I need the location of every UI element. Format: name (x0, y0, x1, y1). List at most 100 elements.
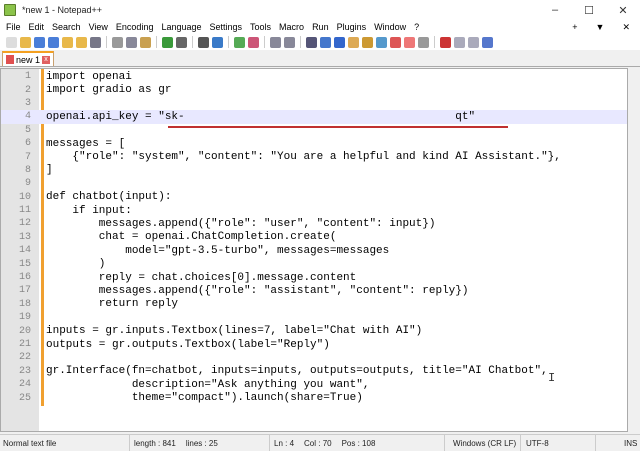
menu-macro[interactable]: Macro (275, 22, 308, 32)
save-macro-icon[interactable] (482, 36, 493, 48)
vertical-scrollbar[interactable] (628, 68, 640, 432)
find-icon[interactable] (198, 36, 209, 48)
indent-guide-icon[interactable] (334, 36, 345, 48)
menu-bar: File Edit Search View Encoding Language Settin… (0, 20, 640, 34)
line-number: 20 (18, 325, 31, 337)
sync-h-icon[interactable] (284, 36, 295, 48)
code-text: ) (46, 258, 106, 271)
code-line[interactable]: 25 theme="compact").launch(share=True) (1, 391, 627, 404)
minimize-button[interactable]: – (538, 4, 572, 17)
menu-view[interactable]: View (85, 22, 112, 32)
save-icon[interactable] (34, 36, 45, 48)
open-icon[interactable] (20, 36, 31, 48)
code-line[interactable]: 11 if input: (1, 204, 627, 217)
code-text: messages.append({"role": "user", "conten… (46, 217, 436, 230)
paste-icon[interactable] (140, 36, 151, 48)
code-text: theme="compact").launch(share=True) (46, 392, 363, 405)
code-text: return reply (46, 298, 179, 311)
code-line[interactable]: 1 import openai (1, 70, 627, 83)
toolbar-separator (156, 36, 157, 48)
play-icon[interactable] (454, 36, 465, 48)
code-line[interactable]: 8] (1, 164, 627, 177)
menu-search[interactable]: Search (48, 22, 85, 32)
sync-v-icon[interactable] (270, 36, 281, 48)
monitor-icon[interactable] (404, 36, 415, 48)
code-line[interactable]: 3 (1, 97, 627, 110)
code-line[interactable]: 22 (1, 351, 627, 364)
code-line[interactable]: 16 reply = chat.choices[0].message.conte… (1, 271, 627, 284)
close-button[interactable]: ✕ (606, 4, 640, 17)
status-eol[interactable]: Windows (CR LF) (445, 435, 521, 451)
undo-icon[interactable] (162, 36, 173, 48)
doc-map-icon[interactable] (362, 36, 373, 48)
menu-window[interactable]: Window (370, 22, 410, 32)
code-line[interactable]: 24 description="Ask anything you want", (1, 378, 627, 391)
line-number: 15 (18, 258, 31, 270)
wrap-icon[interactable] (306, 36, 317, 48)
udl-icon[interactable] (348, 36, 359, 48)
replace-icon[interactable] (212, 36, 223, 48)
close-all-icon[interactable] (76, 36, 87, 48)
play-multi-icon[interactable] (468, 36, 479, 48)
menu-settings[interactable]: Settings (206, 22, 247, 32)
menu-tools[interactable]: Tools (246, 22, 275, 32)
code-line[interactable]: 19 (1, 311, 627, 324)
code-line[interactable]: 20 inputs = gr.inputs.Textbox(lines=7, la… (1, 324, 627, 337)
code-text: inputs = gr.inputs.Textbox(lines=7, labe… (46, 325, 423, 338)
code-line[interactable]: 21 outputs = gr.outputs.Textbox(label="Re… (1, 338, 627, 351)
menu-help[interactable]: ? (410, 22, 423, 32)
folder-workspace-icon[interactable] (390, 36, 401, 48)
code-line[interactable]: 2 import gradio as gr (1, 83, 627, 96)
code-line[interactable]: 4 openai.api_key = "sk- qt" (1, 110, 627, 124)
maximize-button[interactable]: ☐ (572, 4, 606, 17)
copy-icon[interactable] (126, 36, 137, 48)
line-number: 9 (24, 178, 31, 190)
close-icon[interactable] (62, 36, 73, 48)
code-text: import gradio as gr (46, 84, 172, 97)
code-text: {"role": "system", "content": "You are a… (46, 151, 561, 164)
code-line[interactable]: 17 messages.append({"role": "assistant",… (1, 284, 627, 297)
menu-language[interactable]: Language (157, 22, 205, 32)
tab-new-1[interactable]: new 1 x (2, 51, 55, 66)
redo-icon[interactable] (176, 36, 187, 48)
save-all-icon[interactable] (48, 36, 59, 48)
code-line[interactable]: 15 ) (1, 257, 627, 270)
new-icon[interactable] (6, 36, 17, 48)
toolbar-separator (434, 36, 435, 48)
stop-icon[interactable] (440, 36, 451, 48)
editor[interactable]: 1 import openai 2 import gradio as gr 3 4 open… (0, 68, 628, 432)
line: Ln : 4 (274, 438, 295, 448)
tab-close-icon[interactable]: x (42, 55, 51, 64)
menu-encoding[interactable]: Encoding (112, 22, 158, 32)
cut-icon[interactable] (112, 36, 123, 48)
code-text: import openai (46, 70, 132, 83)
line-number: 21 (18, 339, 31, 350)
code-line[interactable]: 14 model="gpt-3.5-turbo", messages=messa… (1, 244, 627, 257)
line-number: 17 (18, 285, 31, 297)
code-line[interactable]: 12 messages.append({"role": "user", "con… (1, 217, 627, 230)
menu-plugins[interactable]: Plugins (333, 22, 371, 32)
code-line[interactable]: 6 messages = [ (1, 137, 627, 150)
all-chars-icon[interactable] (320, 36, 331, 48)
menu-file[interactable]: File (2, 22, 25, 32)
tab-list-button[interactable]: ▼ (592, 22, 609, 33)
new-tab-button[interactable]: + (568, 22, 581, 33)
menu-edit[interactable]: Edit (25, 22, 49, 32)
code-line[interactable]: 10 def chatbot(input): (1, 191, 627, 204)
menu-run[interactable]: Run (308, 22, 333, 32)
line-number: 11 (18, 205, 31, 217)
code-line[interactable]: 18 return reply (1, 298, 627, 311)
close-doc-button[interactable]: ✕ (618, 22, 634, 33)
zoom-out-icon[interactable] (248, 36, 259, 48)
code-line[interactable]: 9 (1, 177, 627, 190)
code-line[interactable]: 23 gr.Interface(fn=chatbot, inputs=inputs… (1, 365, 627, 378)
code-line[interactable]: 7 {"role": "system", "content": "You are… (1, 150, 627, 163)
print-icon[interactable] (90, 36, 101, 48)
status-file-type: Normal text file (0, 435, 130, 451)
zoom-in-icon[interactable] (234, 36, 245, 48)
record-icon[interactable] (418, 36, 429, 48)
status-encoding[interactable]: UTF-8 (521, 435, 596, 451)
line-number: 1 (24, 71, 31, 83)
code-line[interactable]: 13 chat = openai.ChatCompletion.create( (1, 231, 627, 244)
func-list-icon[interactable] (376, 36, 387, 48)
